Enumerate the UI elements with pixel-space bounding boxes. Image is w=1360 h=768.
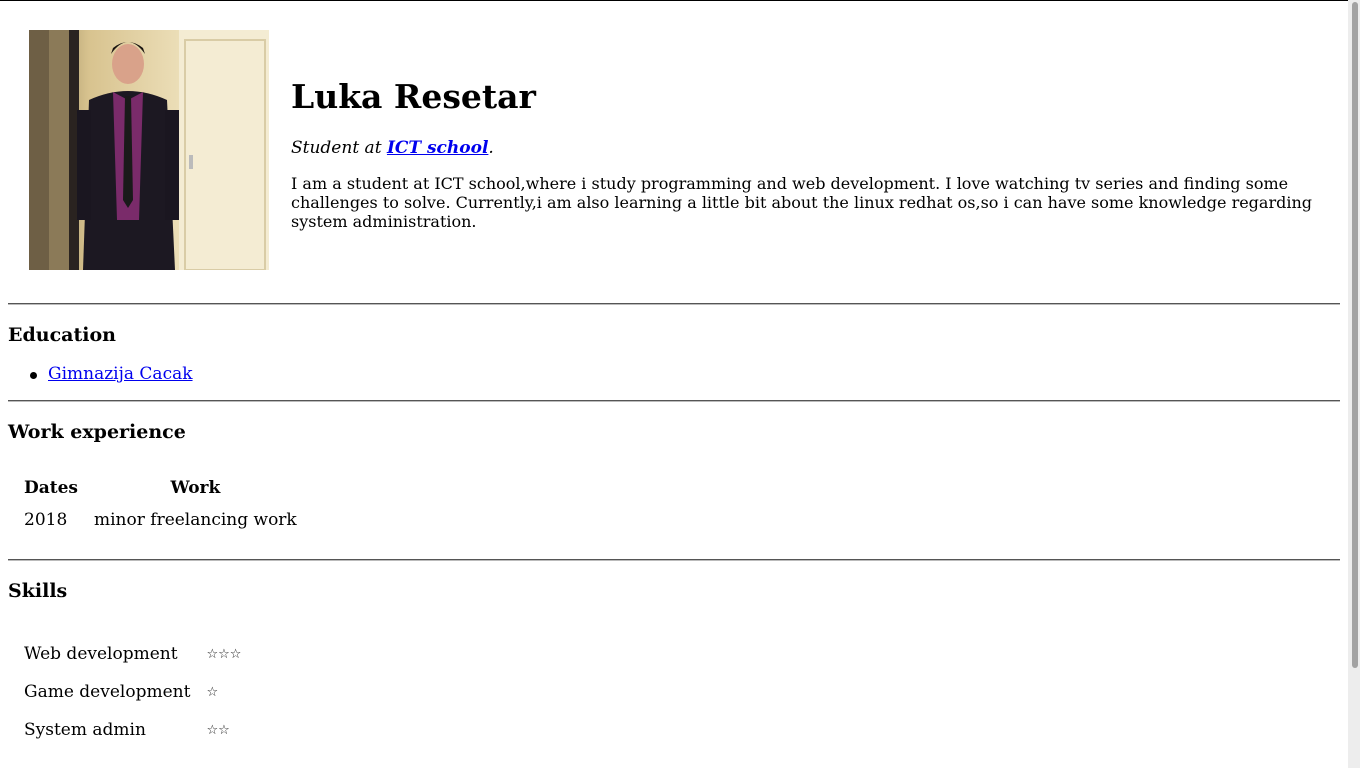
- skills-title: Skills: [8, 580, 68, 602]
- scrollbar-thumb[interactable]: [1352, 2, 1358, 668]
- school-link[interactable]: ICT school: [387, 138, 488, 158]
- divider: [8, 303, 1340, 305]
- skill-name: Game development: [24, 682, 191, 702]
- bullet-icon: [30, 372, 37, 379]
- skill-row: Game development ☆: [24, 682, 241, 702]
- table-row: 2018 minor freelancing work: [24, 510, 297, 530]
- work-date: 2018: [24, 510, 68, 530]
- work-header-row: Dates Work: [24, 478, 297, 498]
- education-title: Education: [8, 324, 116, 346]
- skill-name: Web development: [24, 644, 178, 664]
- tagline-suffix: .: [488, 138, 494, 158]
- work-table: Dates Work 2018 minor freelancing work: [8, 466, 313, 542]
- education-list: Gimnazija Cacak: [30, 364, 193, 384]
- divider: [8, 559, 1340, 561]
- vertical-scrollbar[interactable]: [1348, 0, 1360, 768]
- skill-stars: ☆☆☆: [206, 646, 242, 662]
- tagline: Student at ICT school.: [291, 138, 494, 158]
- profile-photo-image: [29, 30, 269, 270]
- skill-row: System admin ☆☆: [24, 720, 241, 740]
- work-description: minor freelancing work: [94, 510, 297, 530]
- tagline-prefix: Student at: [291, 138, 387, 158]
- profile-header: Luka Resetar Student at ICT school. I am…: [29, 30, 1339, 271]
- skills-table: Web development ☆☆☆ Game development ☆ S…: [8, 626, 257, 758]
- profile-photo: [29, 30, 269, 270]
- skill-stars: ☆☆: [206, 722, 230, 738]
- education-item: Gimnazija Cacak: [30, 364, 193, 384]
- divider: [8, 400, 1340, 402]
- profile-name: Luka Resetar: [291, 77, 536, 116]
- skill-row: Web development ☆☆☆: [24, 644, 241, 664]
- work-header-dates: Dates: [24, 478, 78, 498]
- page: Luka Resetar Student at ICT school. I am…: [0, 0, 1348, 768]
- education-link[interactable]: Gimnazija Cacak: [48, 364, 193, 384]
- skill-name: System admin: [24, 720, 146, 740]
- skill-stars: ☆: [206, 684, 219, 700]
- work-title: Work experience: [8, 421, 186, 443]
- bio: I am a student at ICT school,where i stu…: [291, 174, 1313, 231]
- work-header-work: Work: [170, 478, 221, 498]
